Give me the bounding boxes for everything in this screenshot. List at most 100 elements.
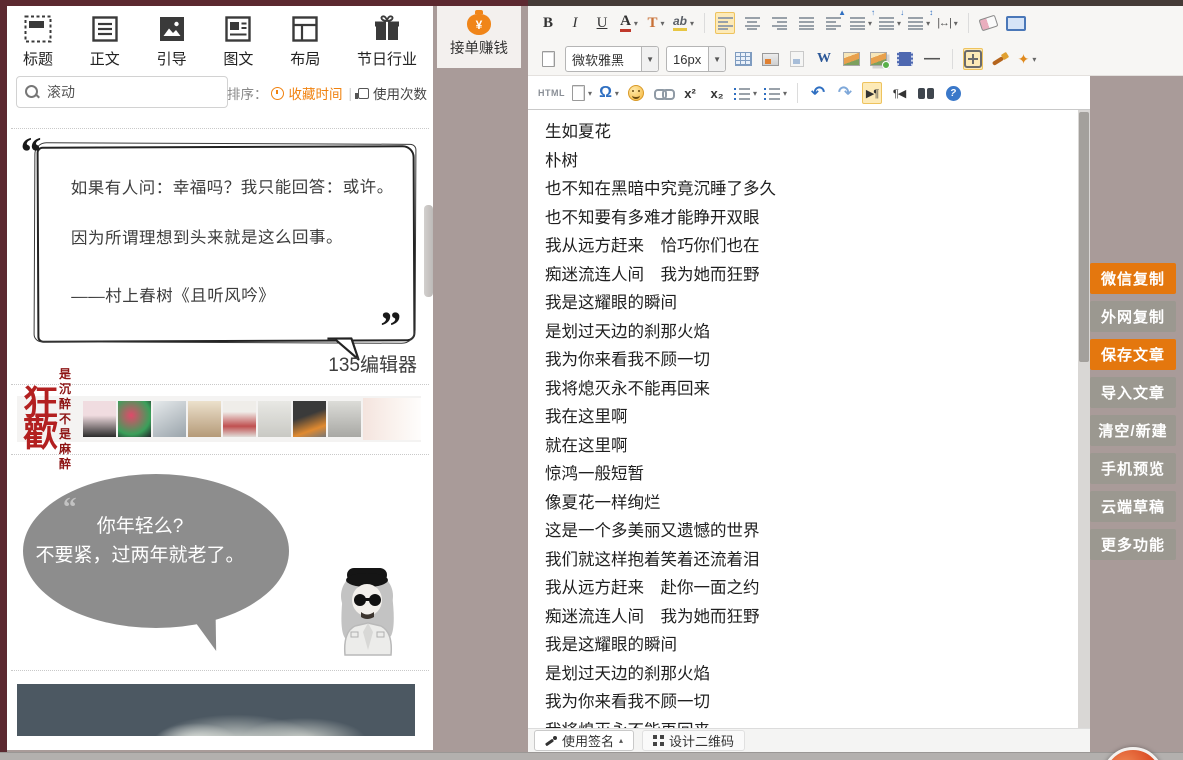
align-right-button[interactable] xyxy=(769,12,789,34)
import-word-button[interactable]: W xyxy=(814,48,834,70)
underline-button[interactable]: U xyxy=(592,12,612,34)
action-button[interactable]: 保存文章 xyxy=(1090,339,1176,370)
unordered-list-icon xyxy=(764,87,780,100)
design-qrcode-button[interactable]: 设计二维码 xyxy=(642,730,745,751)
nav-item-imagetext[interactable]: 图文 xyxy=(223,14,253,69)
font-family-value: 微软雅黑 xyxy=(572,50,624,69)
action-button[interactable]: 更多功能 xyxy=(1090,529,1176,560)
separator xyxy=(952,49,953,69)
align-left-button[interactable] xyxy=(715,12,735,34)
bubble-line-2: 不要紧，过两年就老了。 xyxy=(7,541,273,570)
template-quote-card[interactable]: “ 如果有人问：幸福吗？我只能回答：或许。 因为所谓理想到头来就是这么回事。 —… xyxy=(37,145,416,343)
search-input[interactable] xyxy=(16,76,228,108)
insert-table-button[interactable] xyxy=(733,48,753,70)
insert-hr-button[interactable]: — xyxy=(922,48,942,70)
left-frame xyxy=(0,0,7,760)
space-before-button[interactable]: ↑ xyxy=(850,12,872,34)
nav-item-body[interactable]: 正文 xyxy=(90,14,120,69)
border-style-button[interactable] xyxy=(963,48,983,70)
unordered-list-button[interactable] xyxy=(764,82,787,104)
italic-button[interactable]: I xyxy=(565,12,585,34)
indent-button[interactable]: ▲ xyxy=(823,12,843,34)
divider-dotted xyxy=(11,670,429,671)
close-quote-icon: ” xyxy=(380,303,401,351)
bubble-tail-icon xyxy=(195,619,220,654)
template-options-button[interactable] xyxy=(572,82,592,104)
redo-button[interactable]: ↷ xyxy=(835,82,855,104)
word-image-paste-button[interactable] xyxy=(787,48,807,70)
line-height-button[interactable]: ↕ xyxy=(908,12,930,34)
help-button[interactable]: ? xyxy=(943,82,963,104)
editor-scrollbar[interactable] xyxy=(1078,110,1090,728)
smiley-icon xyxy=(628,85,644,101)
nav-item-festival[interactable]: 节日行业 xyxy=(357,14,417,69)
lyric-line: 惊鸿一般短暂 xyxy=(545,460,1078,489)
nav-item-layout[interactable]: 布局 xyxy=(290,14,320,69)
sort-by-favorite-time[interactable]: 收藏时间 xyxy=(288,83,342,103)
action-button[interactable]: 导入文章 xyxy=(1090,377,1176,408)
emoticon-button[interactable] xyxy=(626,82,646,104)
html-source-button[interactable]: HTML xyxy=(538,82,565,104)
rtl-paragraph-button[interactable]: ¶◀ xyxy=(889,82,909,104)
use-signature-button[interactable]: 使用签名 ▴ xyxy=(534,730,634,751)
action-button[interactable]: 清空/新建 xyxy=(1090,415,1176,446)
align-justify-button[interactable] xyxy=(796,12,816,34)
template-sidebar: 标题 正文 引导 图文 布局 节日行业 xyxy=(7,6,433,750)
subscript-button[interactable]: x₂ xyxy=(707,82,727,104)
editor-content-area[interactable]: 生如夏花朴树也不知在黑暗中究竟沉睡了多久也不知要有多难才能睁开双眼我从远方赶来 … xyxy=(528,110,1078,728)
fullscreen-preview-button[interactable] xyxy=(1006,12,1026,34)
template-speech-bubble[interactable]: “ 你年轻么? 不要紧，过两年就老了。 ” xyxy=(7,464,433,668)
pen-icon xyxy=(545,735,557,747)
nav-item-title[interactable]: 标题 xyxy=(23,14,53,69)
space-after-button[interactable]: ↓ xyxy=(879,12,901,34)
eraser-button[interactable] xyxy=(979,12,999,34)
template-category-nav: 标题 正文 引导 图文 布局 节日行业 xyxy=(7,14,433,69)
bottom-scroll-strip[interactable] xyxy=(0,752,1183,760)
text-style-button[interactable]: T xyxy=(646,12,666,34)
lyric-line: 也不知要有多难才能睁开双眼 xyxy=(545,204,1078,233)
one-key-format-button[interactable]: ✦ xyxy=(1017,48,1037,70)
align-center-button[interactable] xyxy=(742,12,762,34)
font-color-button[interactable]: A xyxy=(619,12,639,34)
superscript-button[interactable]: x² xyxy=(680,82,700,104)
action-button[interactable]: 云端草稿 xyxy=(1090,491,1176,522)
new-document-button[interactable] xyxy=(538,48,558,70)
nav-item-guide[interactable]: 引导 xyxy=(157,14,187,69)
lyric-line: 痴迷流连人间 我为她而狂野 xyxy=(545,261,1078,290)
template-banner-carnival[interactable]: 狂歡 是沉醉 不是麻醉 xyxy=(17,396,421,442)
ordered-list-button[interactable] xyxy=(734,82,757,104)
format-brush-button[interactable] xyxy=(990,48,1010,70)
bold-button[interactable]: B xyxy=(538,12,558,34)
letter-spacing-button[interactable]: |↔| xyxy=(937,12,958,34)
order-money-widget[interactable]: ¥ 接单赚钱 xyxy=(437,6,521,68)
insert-link-button[interactable] xyxy=(653,82,673,104)
insert-image-button[interactable] xyxy=(841,48,861,70)
sort-by-usage-count[interactable]: 使用次数 xyxy=(373,83,427,103)
editor-scrollbar-thumb[interactable] xyxy=(1079,112,1089,362)
highlight-button[interactable]: ab xyxy=(673,12,694,34)
plus-box-icon xyxy=(964,50,982,68)
ltr-paragraph-button[interactable]: ▶¶ xyxy=(862,82,882,104)
template-dark-image[interactable] xyxy=(17,684,415,736)
photo-thumb xyxy=(188,401,221,437)
sidebar-scrollbar[interactable] xyxy=(424,205,433,297)
action-button[interactable]: 外网复制 xyxy=(1090,301,1176,332)
font-size-select[interactable]: 16px▼ xyxy=(666,46,726,72)
old-man-illustration xyxy=(325,560,411,660)
action-button[interactable]: 手机预览 xyxy=(1090,453,1176,484)
undo-button[interactable]: ↶ xyxy=(808,82,828,104)
chevron-up-icon: ▴ xyxy=(619,736,623,745)
image-icon xyxy=(843,52,860,66)
action-button[interactable]: 微信复制 xyxy=(1090,263,1176,294)
insert-video-button[interactable] xyxy=(895,48,915,70)
app-root: 标题 正文 引导 图文 布局 节日行业 xyxy=(0,0,1183,760)
insert-images-button[interactable] xyxy=(868,48,888,70)
money-bag-icon: ¥ xyxy=(467,14,491,35)
lyric-line: 我将熄灭永不能再回来 xyxy=(545,375,1078,404)
special-char-button[interactable]: Ω xyxy=(599,82,619,104)
screenshot-button[interactable] xyxy=(760,48,780,70)
find-replace-button[interactable] xyxy=(916,82,936,104)
font-family-select[interactable]: 微软雅黑▼ xyxy=(565,46,659,72)
lyric-line: 也不知在黑暗中究竟沉睡了多久 xyxy=(545,175,1078,204)
photo-thumb xyxy=(328,401,361,437)
